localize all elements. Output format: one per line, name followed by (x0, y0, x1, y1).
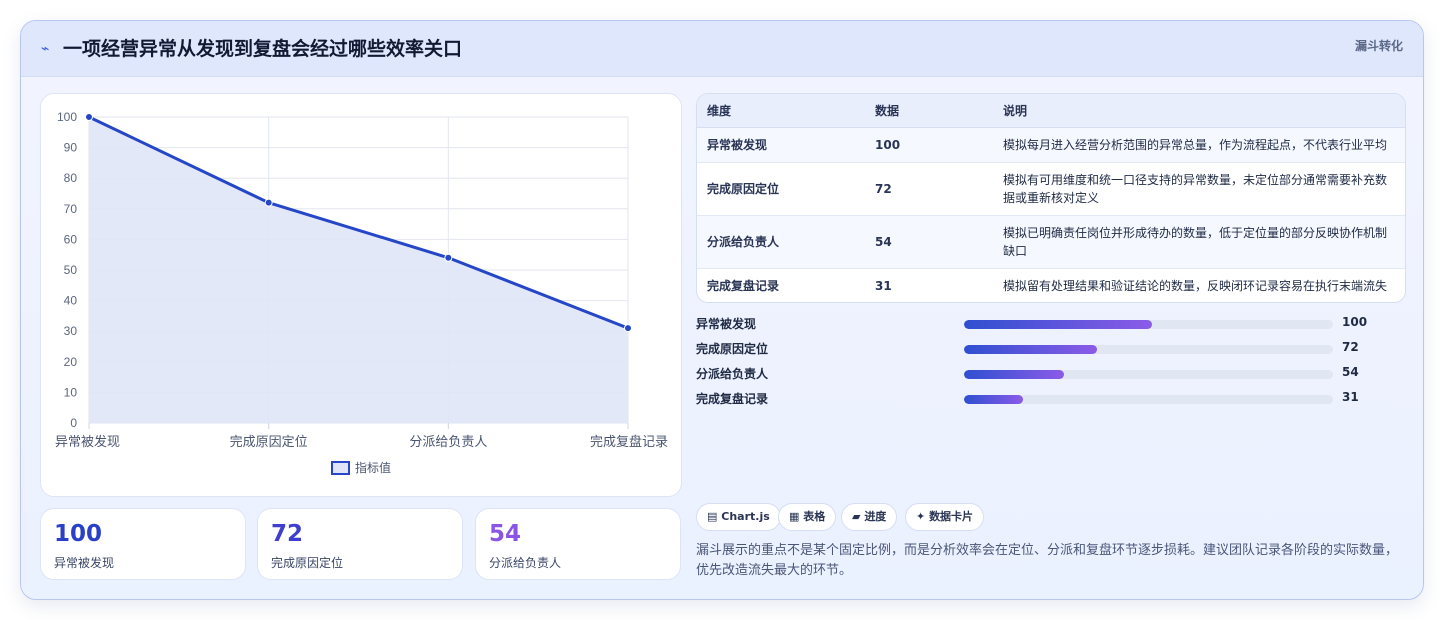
cell-description: 模拟已明确责任岗位并形成待办的数量，低于定位量的部分反映协作机制缺口 (993, 215, 1405, 269)
stat-value: 100 (54, 521, 103, 547)
card-header: ⌁ 一项经营异常从发现到复盘会经过哪些效率关口 漏斗转化 (21, 21, 1423, 77)
chip-label: 表格 (803, 510, 826, 523)
progress-value: 72 (1342, 340, 1359, 354)
table-row: 异常被发现 100 模拟每月进入经营分析范围的异常总量，作为流程起点，不代表行业… (697, 127, 1405, 163)
progress-value: 54 (1342, 365, 1359, 379)
progress-fill (964, 370, 1064, 379)
x-tick-label: 完成原因定位 (230, 434, 308, 449)
lightning-icon: ⌁ (41, 41, 50, 57)
progress-label: 完成原因定位 (696, 342, 769, 356)
stat-label: 分派给负责人 (489, 556, 562, 570)
column-header: 说明 (993, 94, 1405, 128)
stat-card: 100 异常被发现 (40, 508, 246, 580)
y-tick-label: 10 (64, 385, 78, 399)
progress-track (964, 320, 1333, 329)
cell-dimension: 完成复盘记录 (697, 268, 865, 302)
column-header: 维度 (697, 94, 865, 128)
chart-icon: ▤ (707, 510, 718, 523)
stat-value: 72 (271, 521, 304, 547)
sparkle-icon: ✦ (916, 510, 926, 523)
area-chart: 0 10 20 30 40 50 60 70 80 90 100 异常被发现 完成原因定位 分派给负责人 完… (55, 110, 668, 475)
x-tick-label: 完成复盘记录 (590, 434, 668, 449)
stat-label: 异常被发现 (54, 556, 115, 570)
chip-label: Chart.js (721, 510, 770, 523)
progress-icon: ▰ (852, 510, 861, 523)
stat-card: 72 完成原因定位 (257, 508, 463, 580)
y-tick-label: 0 (70, 416, 77, 430)
page-title: 一项经营异常从发现到复盘会经过哪些效率关口 (63, 38, 463, 60)
cell-description: 模拟有可用维度和统一口径支持的异常数量，未定位部分通常需要补充数据或重新核对定义 (993, 162, 1405, 216)
progress-track (964, 370, 1333, 379)
cell-dimension: 分派给负责人 (697, 215, 865, 269)
table-icon: ▦ (789, 510, 800, 523)
cell-value: 100 (865, 127, 993, 163)
chip-label: 进度 (864, 510, 887, 523)
category-tag: 漏斗转化 (1354, 39, 1403, 53)
progress-track (964, 395, 1333, 404)
progress-value: 100 (1342, 315, 1368, 329)
chip-data-card[interactable]: ✦ 数据卡片 (905, 503, 985, 531)
stat-label: 完成原因定位 (271, 556, 344, 570)
data-table-panel: 维度 数据 说明 异常被发现 100 模拟每月进入经营分析范围的异常总量，作为流… (696, 93, 1406, 303)
area-chart-panel: 0 10 20 30 40 50 60 70 80 90 100 异常被发现 完成原因定位 分派给负责人 完… (40, 93, 682, 497)
table-row: 完成原因定位 72 模拟有可用维度和统一口径支持的异常数量，未定位部分通常需要补… (697, 162, 1405, 216)
dashboard-card: ⌁ 一项经营异常从发现到复盘会经过哪些效率关口 漏斗转化 0 10 20 30 40 50… (20, 20, 1424, 600)
y-tick-label: 80 (64, 171, 78, 185)
progress-fill (964, 395, 1024, 404)
chip-label: 数据卡片 (929, 510, 974, 523)
progress-value: 31 (1342, 390, 1359, 404)
data-point (85, 113, 93, 121)
cell-dimension: 完成原因定位 (697, 162, 865, 216)
progress-fill (964, 320, 1153, 329)
cell-value: 54 (865, 215, 993, 269)
y-tick-label: 40 (64, 294, 78, 308)
progress-list: 异常被发现 100 完成原因定位 72 分派给负责人 54 完成复盘记录 31 (696, 313, 1406, 413)
progress-row: 分派给负责人 54 (696, 363, 1406, 388)
table-header-row: 维度 数据 说明 (697, 94, 1405, 128)
progress-label: 完成复盘记录 (696, 392, 769, 406)
legend-swatch (331, 461, 350, 475)
progress-row: 完成复盘记录 31 (696, 388, 1406, 413)
column-header: 数据 (865, 94, 993, 128)
progress-label: 异常被发现 (696, 317, 757, 331)
progress-row: 异常被发现 100 (696, 313, 1406, 338)
progress-track (964, 345, 1333, 354)
y-tick-label: 30 (64, 324, 78, 338)
stat-value: 54 (489, 521, 522, 547)
progress-row: 完成原因定位 72 (696, 338, 1406, 363)
chip-progress[interactable]: ▰ 进度 (841, 503, 898, 531)
progress-label: 分派给负责人 (696, 367, 769, 381)
y-tick-label: 70 (64, 202, 78, 216)
x-tick-label: 异常被发现 (55, 434, 120, 449)
cell-description: 模拟每月进入经营分析范围的异常总量，作为流程起点，不代表行业平均 (993, 127, 1405, 163)
table-row: 分派给负责人 54 模拟已明确责任岗位并形成待办的数量，低于定位量的部分反映协作… (697, 215, 1405, 269)
y-tick-label: 100 (57, 110, 77, 124)
y-tick-label: 20 (64, 355, 78, 369)
legend-label: 指标值 (355, 460, 391, 475)
chip-chartjs[interactable]: ▤ Chart.js (696, 503, 781, 531)
y-tick-label: 60 (64, 232, 78, 246)
y-tick-label: 90 (64, 141, 78, 155)
data-point (444, 253, 453, 262)
progress-fill (964, 345, 1097, 354)
cell-description: 模拟留有处理结果和验证结论的数量，反映闭环记录容易在执行末端流失 (993, 268, 1405, 302)
stat-card: 54 分派给负责人 (475, 508, 681, 580)
cell-value: 31 (865, 268, 993, 302)
summary-note: 漏斗展示的重点不是某个固定比例，而是分析效率会在定位、分派和复盘环节逐步损耗。建… (696, 543, 1399, 578)
y-tick-label: 50 (64, 263, 78, 277)
data-point (624, 324, 632, 333)
table-row: 完成复盘记录 31 模拟留有处理结果和验证结论的数量，反映闭环记录容易在执行末端… (697, 268, 1405, 302)
cell-value: 72 (865, 162, 993, 216)
cell-dimension: 异常被发现 (697, 127, 865, 163)
data-table: 维度 数据 说明 异常被发现 100 模拟每月进入经营分析范围的异常总量，作为流… (697, 94, 1405, 302)
x-tick-label: 分派给负责人 (409, 434, 487, 449)
chip-table[interactable]: ▦ 表格 (778, 503, 837, 531)
data-point (264, 198, 273, 207)
